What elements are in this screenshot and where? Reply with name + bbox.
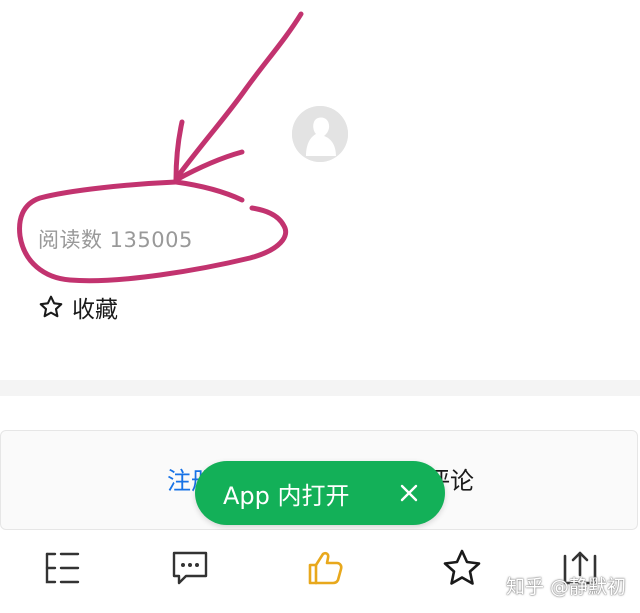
favorite-label: 收藏 — [72, 297, 118, 323]
author-avatar[interactable] — [292, 106, 348, 162]
open-in-app-button[interactable]: App 内打开 — [195, 461, 445, 525]
star-outline-icon — [39, 295, 63, 318]
thumbs-up-icon[interactable] — [305, 548, 345, 588]
article-page: 阅读数 135005 收藏 注册 评论 App 内打开 知乎 @静默初 — [0, 0, 640, 613]
read-count: 阅读数 135005 — [38, 228, 193, 252]
favorite-button[interactable]: 收藏 — [38, 290, 118, 324]
catalog-list-icon[interactable] — [42, 548, 82, 588]
open-in-app-label: App 内打开 — [223, 481, 350, 510]
section-divider — [0, 380, 640, 396]
star-outline-icon[interactable] — [442, 548, 482, 588]
close-icon[interactable] — [399, 483, 419, 503]
watermark: 知乎 @静默初 — [505, 576, 626, 598]
bottom-toolbar: 知乎 @静默初 — [0, 530, 640, 613]
comment-bubble-icon[interactable] — [170, 548, 210, 588]
default-avatar-icon — [292, 106, 348, 162]
